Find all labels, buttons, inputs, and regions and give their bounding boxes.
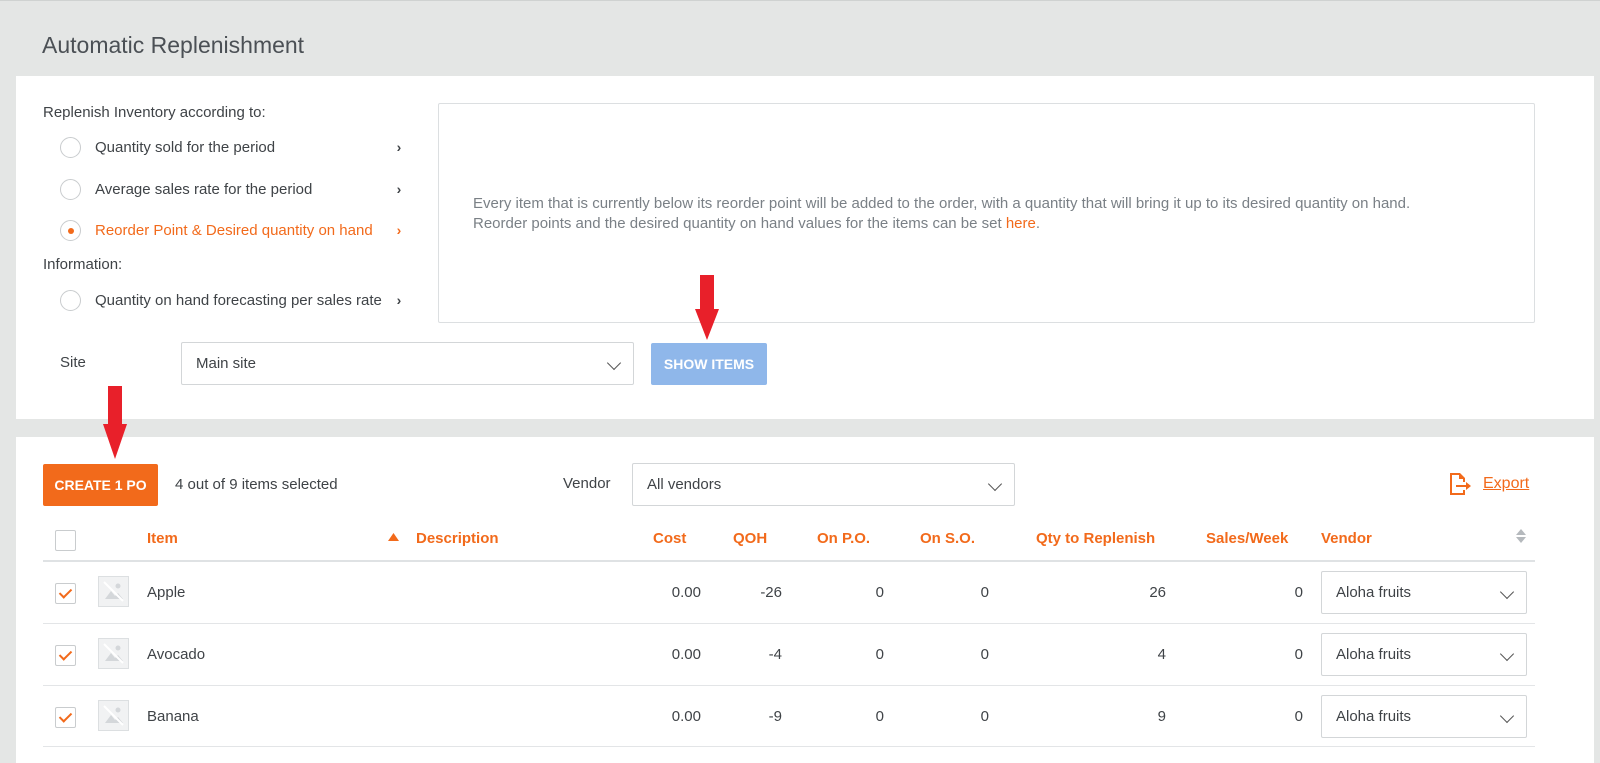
row-vendor-select[interactable]: Aloha fruits [1321,633,1527,676]
radio-label: Average sales rate for the period [95,180,313,198]
column-header-cost[interactable]: Cost [653,530,686,547]
description-line-1: Every item that is currently below its r… [473,195,1411,212]
description-panel: Every item that is currently below its r… [438,103,1535,323]
description-prefix: Reorder points and the desired quantity … [473,215,1006,232]
radio-option-forecasting[interactable]: Quantity on hand forecasting per sales r… [60,287,405,313]
chevron-down-icon [1499,646,1515,661]
qoh: -26 [760,584,782,601]
check-icon [58,585,73,599]
create-po-button[interactable]: CREATE 1 PO [43,464,158,506]
on-so: 0 [980,646,989,663]
column-header-on-so[interactable]: On S.O. [920,530,975,547]
top-border [0,0,1600,1]
radio-option-average-sales[interactable]: Average sales rate for the period › [60,176,405,202]
page-title: Automatic Replenishment [42,32,305,58]
check-icon [58,709,73,723]
qoh: -4 [768,646,782,663]
chevron-down-icon [1499,708,1515,723]
sales-per-week: 0 [1294,708,1303,725]
qty-to-replenish[interactable]: 4 [1050,646,1166,663]
row-vendor-value: Aloha fruits [1336,708,1412,725]
qty-to-replenish[interactable]: 9 [1050,708,1166,725]
item-name[interactable]: Apple [147,584,185,601]
export-icon [1450,473,1471,495]
row-divider [43,746,1535,747]
chevron-down-icon [1499,584,1515,599]
chevron-down-icon [606,355,622,370]
row-vendor-select[interactable]: Aloha fruits [1321,571,1527,614]
row-checkbox[interactable] [55,645,76,666]
on-po: 0 [875,584,884,601]
select-all-checkbox[interactable] [55,530,76,551]
column-header-description[interactable]: Description [416,530,499,547]
vendor-filter-label: Vendor [563,475,611,492]
cost: 0.00 [671,708,701,725]
column-header-item[interactable]: Item [147,530,178,547]
cost: 0.00 [671,584,701,601]
chevron-right-icon: › [396,139,402,155]
chevron-down-icon [987,476,1003,491]
qty-to-replenish[interactable]: 26 [1050,584,1166,601]
column-header-qoh[interactable]: QOH [733,530,767,547]
row-vendor-value: Aloha fruits [1336,646,1412,663]
radio-option-quantity-sold[interactable]: Quantity sold for the period › [60,134,405,160]
on-po: 0 [875,708,884,725]
row-checkbox[interactable] [55,583,76,604]
item-name[interactable]: Banana [147,708,199,725]
site-select[interactable]: Main site [181,342,634,385]
description-line-2: Reorder points and the desired quantity … [473,214,1410,234]
column-header-sales-week[interactable]: Sales/Week [1206,530,1288,547]
row-divider [43,623,1535,624]
image-placeholder-icon [98,576,129,607]
cost: 0.00 [671,646,701,663]
site-select-value: Main site [196,355,257,372]
qoh: -9 [768,708,782,725]
annotation-arrow-down-icon [103,386,127,459]
selection-status: 4 out of 9 items selected [175,476,338,493]
table-header-divider [43,560,1535,562]
item-name[interactable]: Avocado [147,646,205,663]
sales-per-week: 0 [1294,646,1303,663]
description-text: Every item that is currently below its r… [473,194,1410,234]
row-vendor-select[interactable]: Aloha fruits [1321,695,1527,738]
replenish-heading: Replenish Inventory according to: [43,104,266,121]
radio-button[interactable] [60,289,81,311]
on-po: 0 [875,646,884,663]
export-label: Export [1483,475,1530,492]
radio-label: Reorder Point & Desired quantity on hand [95,221,373,239]
column-header-vendor[interactable]: Vendor [1321,530,1372,547]
radio-option-reorder-point[interactable]: Reorder Point & Desired quantity on hand… [60,217,405,243]
on-so: 0 [980,708,989,725]
check-icon [58,647,73,661]
column-header-qty-to-replenish[interactable]: Qty to Replenish [1036,530,1155,547]
sales-per-week: 0 [1294,584,1303,601]
column-header-on-po[interactable]: On P.O. [817,530,870,547]
chevron-right-icon: › [396,181,402,197]
row-vendor-value: Aloha fruits [1336,584,1412,601]
show-items-button[interactable]: SHOW ITEMS [651,343,767,385]
sort-both-icon[interactable] [1516,529,1526,543]
annotation-arrow-down-icon [695,275,719,340]
set-reorder-points-link[interactable]: here [1006,215,1036,232]
radio-label: Quantity sold for the period [95,138,276,156]
row-divider [43,685,1535,686]
radio-button[interactable] [60,178,81,200]
radio-button[interactable] [60,136,81,158]
site-label: Site [60,354,86,371]
vendor-filter-value: All vendors [647,476,722,493]
sort-ascending-icon[interactable] [388,533,399,541]
on-so: 0 [980,584,989,601]
radio-label: Quantity on hand forecasting per sales r… [95,291,382,309]
description-suffix: . [1035,215,1041,232]
vendor-filter-select[interactable]: All vendors [632,463,1015,506]
image-placeholder-icon [98,638,129,669]
chevron-right-icon: › [396,292,402,308]
row-checkbox[interactable] [55,707,76,728]
chevron-right-icon: › [396,222,402,238]
image-placeholder-icon [98,700,129,731]
export-button[interactable]: Export [1447,472,1529,496]
information-heading: Information: [43,256,123,273]
radio-button-selected[interactable] [60,219,81,241]
